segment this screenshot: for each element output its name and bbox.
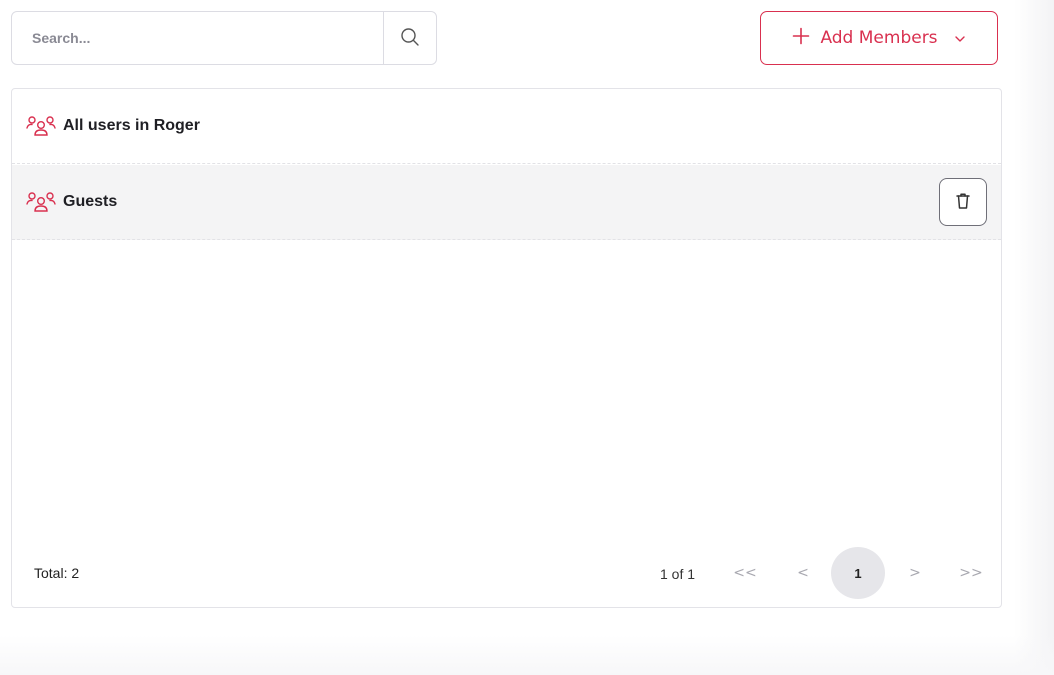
current-page-button[interactable]: 1 (831, 547, 885, 599)
add-members-button[interactable]: Add Members (760, 11, 998, 65)
search-input[interactable] (12, 12, 383, 64)
list-item[interactable]: Guests (12, 165, 1001, 240)
page-info: 1 of 1 (660, 566, 696, 582)
pagination-footer: Total: 2 1 of 1 << < 1 > >> (12, 547, 1001, 601)
prev-page-button[interactable]: < (788, 547, 818, 599)
page-bottom-shade (0, 635, 1054, 675)
list-item[interactable]: All users in Roger (12, 89, 1001, 164)
users-group-icon (25, 114, 57, 138)
members-panel: All users in Roger Guests Total: 2 1 of … (11, 88, 1002, 608)
search-icon (400, 27, 420, 50)
chevron-down-icon (954, 28, 966, 48)
trash-icon (955, 192, 971, 213)
total-count: Total: 2 (34, 565, 80, 581)
next-page-button[interactable]: > (900, 547, 930, 599)
group-name: Guests (63, 193, 118, 210)
page-edge-shade (1014, 0, 1054, 675)
search-button[interactable] (383, 12, 436, 64)
plus-icon (792, 27, 810, 50)
first-page-button[interactable]: << (730, 547, 760, 599)
users-group-icon (25, 190, 57, 214)
search-bar (11, 11, 437, 65)
add-members-label: Add Members (820, 28, 938, 48)
last-page-button[interactable]: >> (956, 547, 986, 599)
group-name: All users in Roger (63, 117, 200, 134)
delete-button[interactable] (939, 178, 987, 226)
